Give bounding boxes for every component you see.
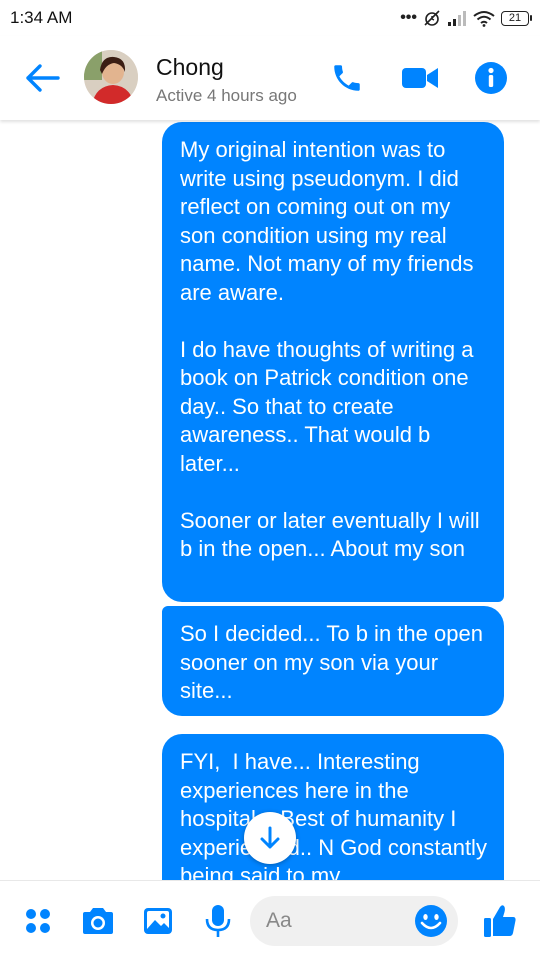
camera-icon [83, 908, 113, 934]
message-text: So I decided... To b in the open sooner … [180, 621, 490, 703]
back-button[interactable] [20, 56, 64, 100]
message-list[interactable]: My original intention was to write using… [0, 120, 540, 880]
apps-grid-icon [26, 909, 50, 933]
contact-avatar[interactable] [84, 50, 138, 104]
emoji-button[interactable] [412, 902, 450, 940]
thumbs-up-icon [484, 905, 516, 937]
battery-icon: 21 [501, 10, 532, 26]
conversation-header: Chong Active 4 hours ago [0, 36, 540, 120]
message-bubble[interactable]: My original intention was to write using… [162, 122, 504, 602]
alarm-off-icon [424, 10, 440, 26]
microphone-icon [205, 905, 231, 937]
status-time: 1:34 AM [10, 8, 73, 27]
message-bubble[interactable]: FYI, I have... Interesting experiences h… [162, 734, 504, 880]
voice-message-button[interactable] [196, 899, 240, 943]
scroll-to-latest-button[interactable] [244, 812, 296, 864]
gallery-icon [144, 908, 172, 934]
voice-call-button[interactable] [325, 56, 369, 100]
video-call-button[interactable] [398, 56, 442, 100]
contact-active-status: Active 4 hours ago [156, 86, 297, 105]
back-arrow-icon [26, 64, 60, 92]
status-icons: ••• 21 [400, 8, 532, 28]
signal-icon [448, 11, 466, 26]
video-camera-icon [402, 68, 438, 88]
gallery-button[interactable] [136, 899, 180, 943]
info-icon [475, 62, 507, 94]
contact-name[interactable]: Chong [156, 54, 224, 81]
message-bubble[interactable]: So I decided... To b in the open sooner … [162, 606, 504, 716]
camera-button[interactable] [76, 899, 120, 943]
phone-icon [334, 65, 360, 91]
message-text: FYI, I have... Interesting experiences h… [180, 749, 494, 880]
wifi-icon [473, 10, 495, 27]
more-actions-button[interactable] [16, 899, 60, 943]
message-text: My original intention was to write using… [180, 137, 480, 561]
more-notifications-icon: ••• [400, 9, 417, 26]
conversation-info-button[interactable] [469, 56, 513, 100]
status-bar: 1:34 AM ••• 21 [0, 0, 540, 36]
scroll-down-arrow-icon [260, 826, 280, 849]
message-input-placeholder: Aa [266, 909, 292, 932]
battery-level: 21 [501, 10, 529, 26]
like-button[interactable] [478, 899, 522, 943]
message-input[interactable]: Aa [250, 896, 458, 946]
emoji-icon [415, 905, 447, 937]
message-composer: Aa [0, 880, 540, 960]
